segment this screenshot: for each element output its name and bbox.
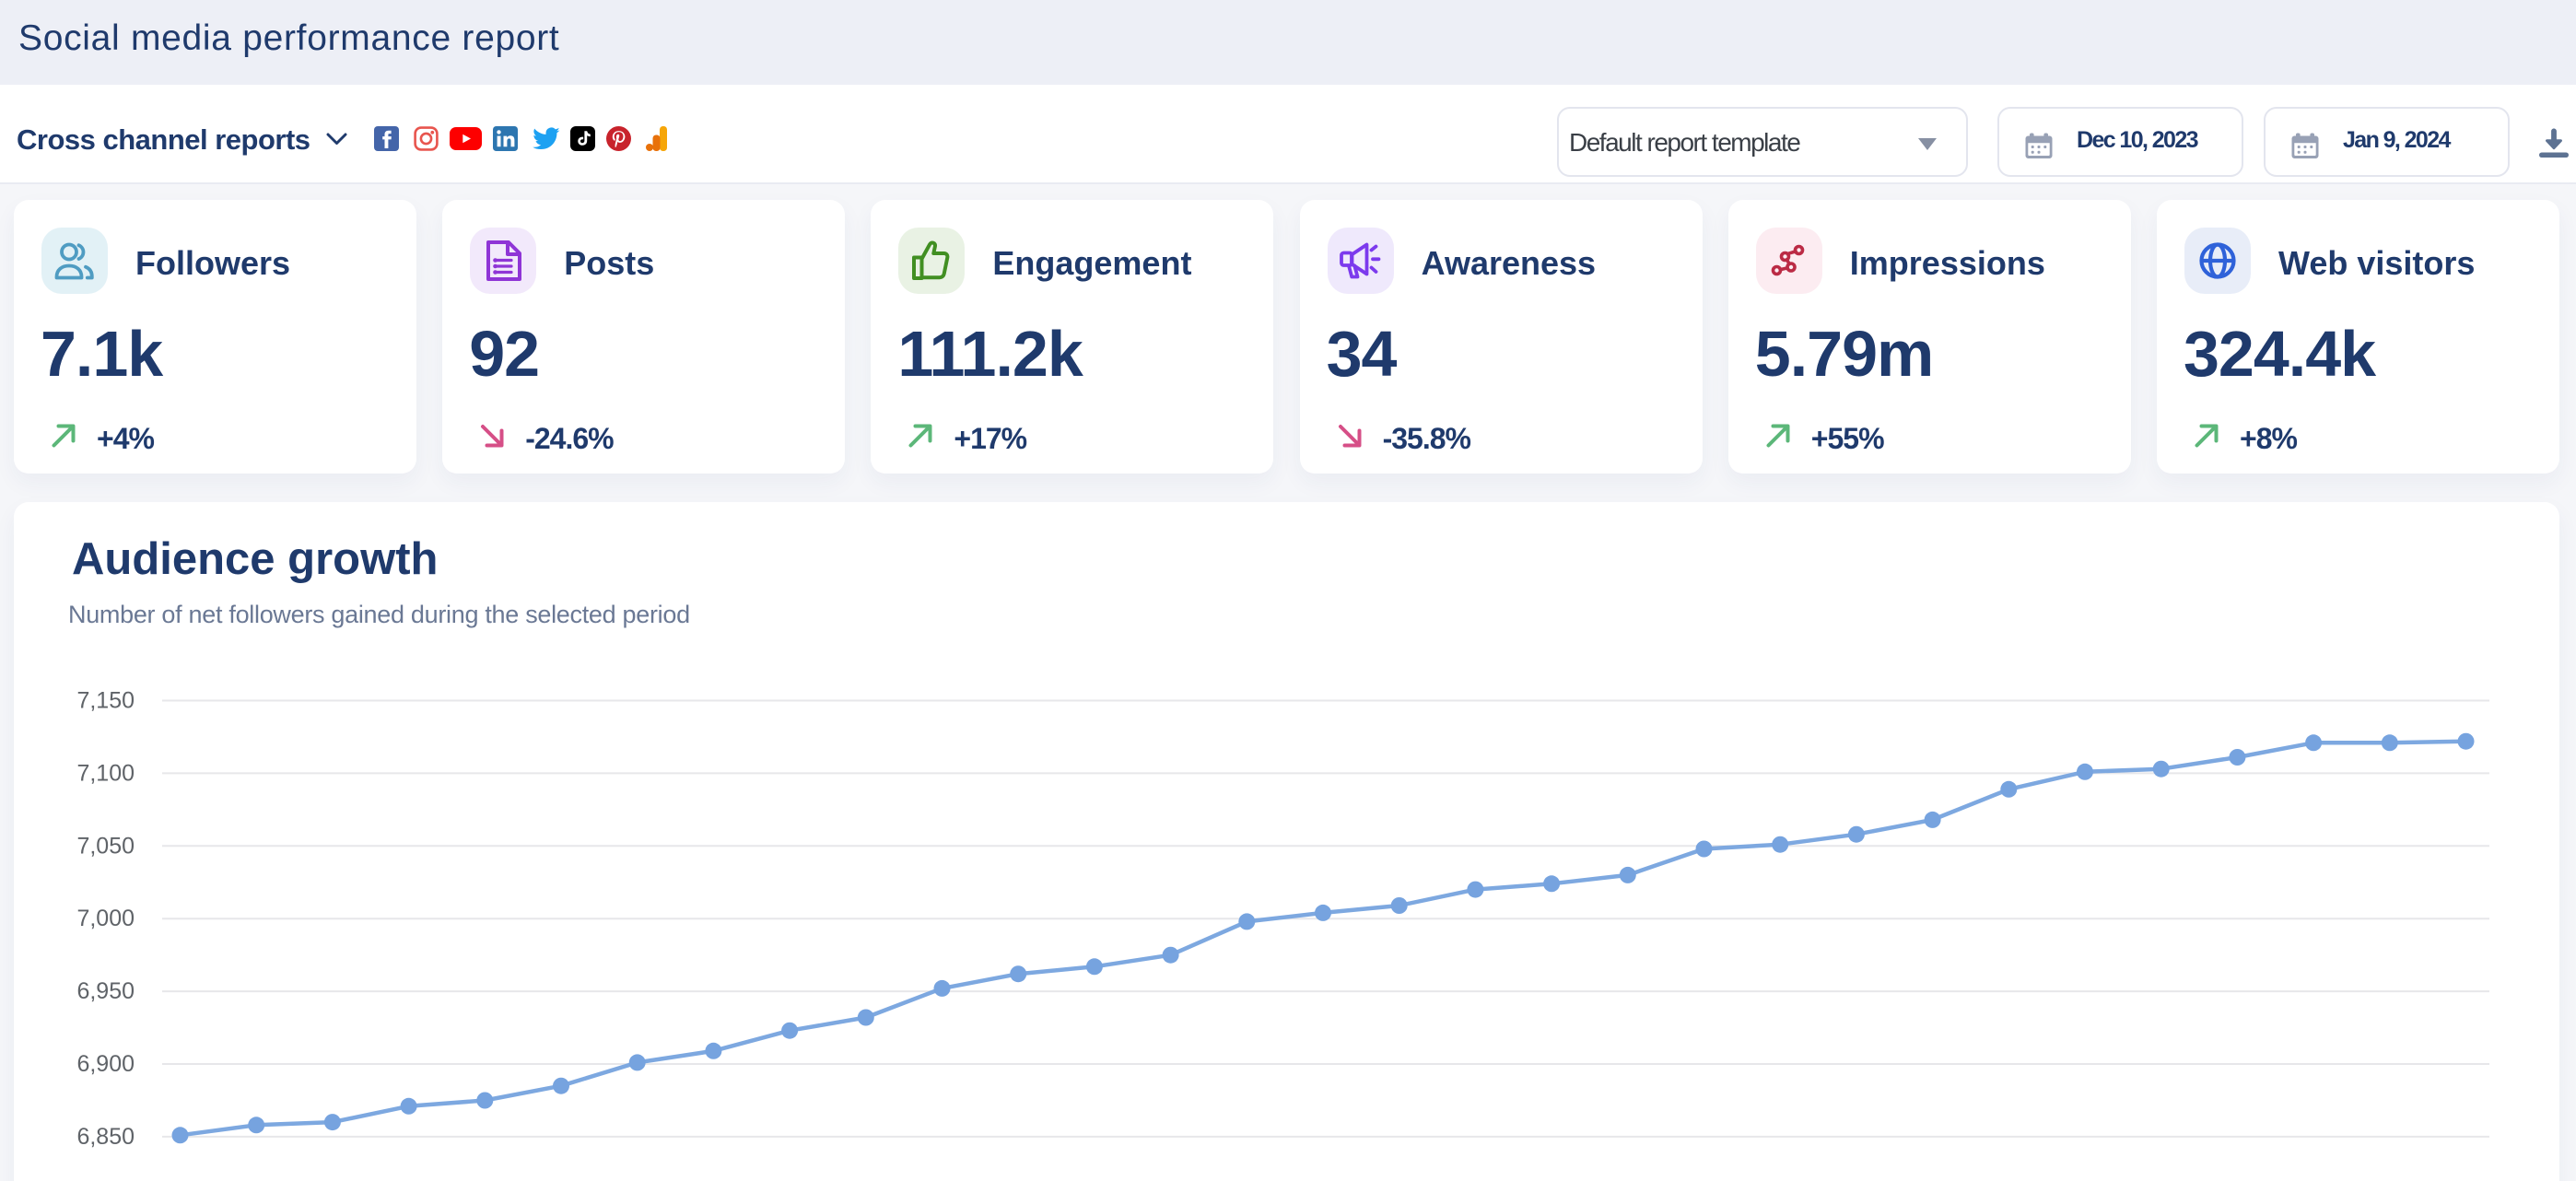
svg-text:6,850: 6,850 — [76, 1124, 135, 1150]
svg-text:6,900: 6,900 — [76, 1051, 135, 1077]
svg-text:7,100: 7,100 — [76, 760, 135, 786]
svg-text:7,050: 7,050 — [76, 833, 135, 859]
svg-text:7,150: 7,150 — [76, 688, 135, 714]
svg-text:7,000: 7,000 — [76, 906, 135, 931]
svg-text:6,950: 6,950 — [76, 978, 135, 1004]
